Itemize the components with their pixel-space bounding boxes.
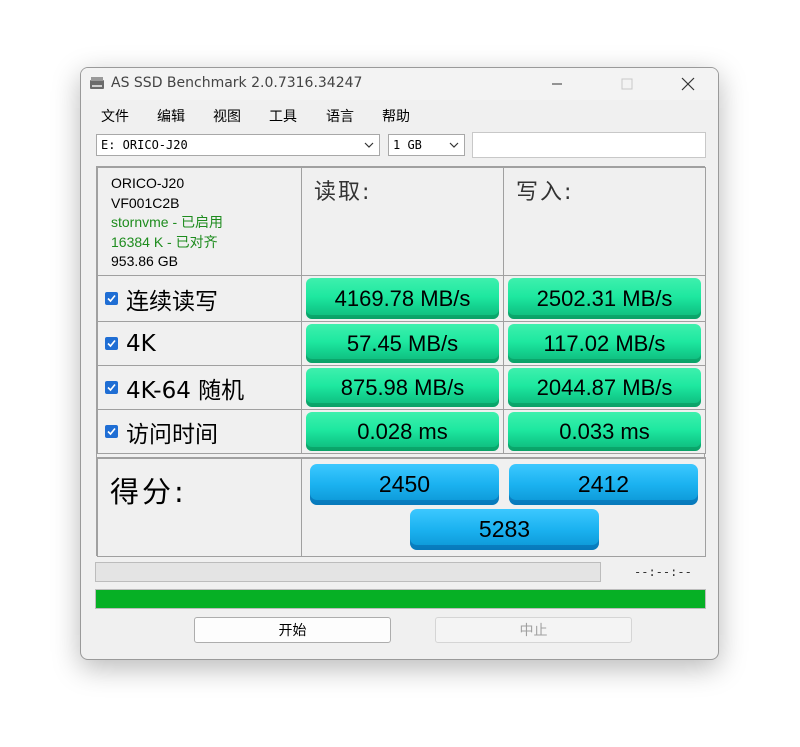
access-read-cell: 0.028 ms <box>301 409 504 454</box>
menu-language[interactable]: 语言 <box>326 106 354 126</box>
access-write-cell: 0.033 ms <box>503 409 706 454</box>
4k64-read-cell: 875.98 MB/s <box>301 365 504 410</box>
4k-write-value: 117.02 MB/s <box>508 324 701 363</box>
drive-driver: stornvme - 已启用 <box>111 214 224 230</box>
drive-firmware: VF001C2B <box>111 194 180 211</box>
seq-write-cell: 2502.31 MB/s <box>503 275 706 322</box>
seq-write-value: 2502.31 MB/s <box>508 278 701 319</box>
status-textbox[interactable] <box>472 132 706 158</box>
menu-edit[interactable]: 编辑 <box>157 106 185 126</box>
elapsed-timer: --:--:-- <box>634 565 692 579</box>
checkmark-icon <box>107 339 116 348</box>
drive-select-value: E: ORICO-J20 <box>101 138 188 152</box>
minimize-button[interactable] <box>534 68 580 100</box>
seq-read-cell: 4169.78 MB/s <box>301 275 504 322</box>
test-row-4k: 4K <box>97 321 302 366</box>
score-total: 5283 <box>410 509 599 550</box>
start-button[interactable]: 开始 <box>194 617 391 643</box>
menu-view[interactable]: 视图 <box>213 106 241 126</box>
read-header-cell: 读取: <box>301 167 504 276</box>
drive-select[interactable]: E: ORICO-J20 <box>96 134 380 156</box>
size-select[interactable]: 1 GB <box>388 134 465 156</box>
title-bar: AS SSD Benchmark 2.0.7316.34247 <box>81 68 718 100</box>
4k64-checkbox[interactable] <box>105 381 118 394</box>
maximize-icon <box>621 78 633 90</box>
seq-read-value: 4169.78 MB/s <box>306 278 499 319</box>
menu-file[interactable]: 文件 <box>101 106 129 126</box>
4k64-write-value: 2044.87 MB/s <box>508 368 701 407</box>
4k-label: 4K <box>126 330 156 357</box>
test-row-4k64: 4K-64 随机 <box>97 365 302 410</box>
chevron-down-icon <box>364 142 374 148</box>
close-icon <box>681 77 695 91</box>
access-write-value: 0.033 ms <box>508 412 701 451</box>
close-button[interactable] <box>665 68 711 100</box>
overall-progress-fill <box>96 590 705 608</box>
access-checkbox[interactable] <box>105 425 118 438</box>
drive-capacity: 953.86 GB <box>111 253 178 269</box>
read-header: 读取: <box>314 180 372 205</box>
score-write: 2412 <box>509 464 698 505</box>
score-label: 得分: <box>110 475 187 509</box>
drive-info: ORICO-J20 VF001C2B stornvme - 已启用 16384 … <box>111 174 223 272</box>
4k-write-cell: 117.02 MB/s <box>503 321 706 366</box>
access-label: 访问时间 <box>126 421 218 448</box>
score-label-cell: 得分: <box>97 457 302 557</box>
4k64-write-cell: 2044.87 MB/s <box>503 365 706 410</box>
overall-progress-bar <box>95 589 706 609</box>
checkmark-icon <box>107 294 116 303</box>
drive-alignment: 16384 K - 已对齐 <box>111 233 218 250</box>
hard-drive-icon <box>90 77 104 89</box>
4k64-read-value: 875.98 MB/s <box>306 368 499 407</box>
menu-help[interactable]: 帮助 <box>382 106 410 126</box>
write-header-cell: 写入: <box>503 167 706 276</box>
4k64-label: 4K-64 随机 <box>126 377 245 404</box>
menu-bar: 文件 编辑 视图 工具 语言 帮助 <box>81 100 718 130</box>
seq-checkbox[interactable] <box>105 292 118 305</box>
chevron-down-icon <box>449 142 459 148</box>
test-row-seq: 连续读写 <box>97 275 302 322</box>
test-row-access: 访问时间 <box>97 409 302 454</box>
current-progress-bar <box>95 562 601 582</box>
checkmark-icon <box>107 383 116 392</box>
access-read-value: 0.028 ms <box>306 412 499 451</box>
score-read: 2450 <box>310 464 499 505</box>
results-grid: ORICO-J20 VF001C2B stornvme - 已启用 16384 … <box>96 166 706 557</box>
maximize-button <box>604 68 650 100</box>
drive-name: ORICO-J20 <box>111 175 185 191</box>
as-ssd-window: AS SSD Benchmark 2.0.7316.34247 文件 编辑 视图… <box>80 67 719 660</box>
score-values-cell: 2450 2412 5283 <box>301 457 706 557</box>
window-title: AS SSD Benchmark 2.0.7316.34247 <box>111 75 363 91</box>
write-header: 写入: <box>516 180 574 205</box>
checkmark-icon <box>107 427 116 436</box>
size-select-value: 1 GB <box>393 138 422 152</box>
4k-read-cell: 57.45 MB/s <box>301 321 504 366</box>
minimize-icon <box>552 83 562 85</box>
drive-info-panel: ORICO-J20 VF001C2B stornvme - 已启用 16384 … <box>97 167 302 276</box>
4k-read-value: 57.45 MB/s <box>306 324 499 363</box>
menu-tools[interactable]: 工具 <box>269 106 297 126</box>
seq-label: 连续读写 <box>126 288 218 315</box>
stop-button[interactable]: 中止 <box>435 617 632 643</box>
4k-checkbox[interactable] <box>105 337 118 350</box>
